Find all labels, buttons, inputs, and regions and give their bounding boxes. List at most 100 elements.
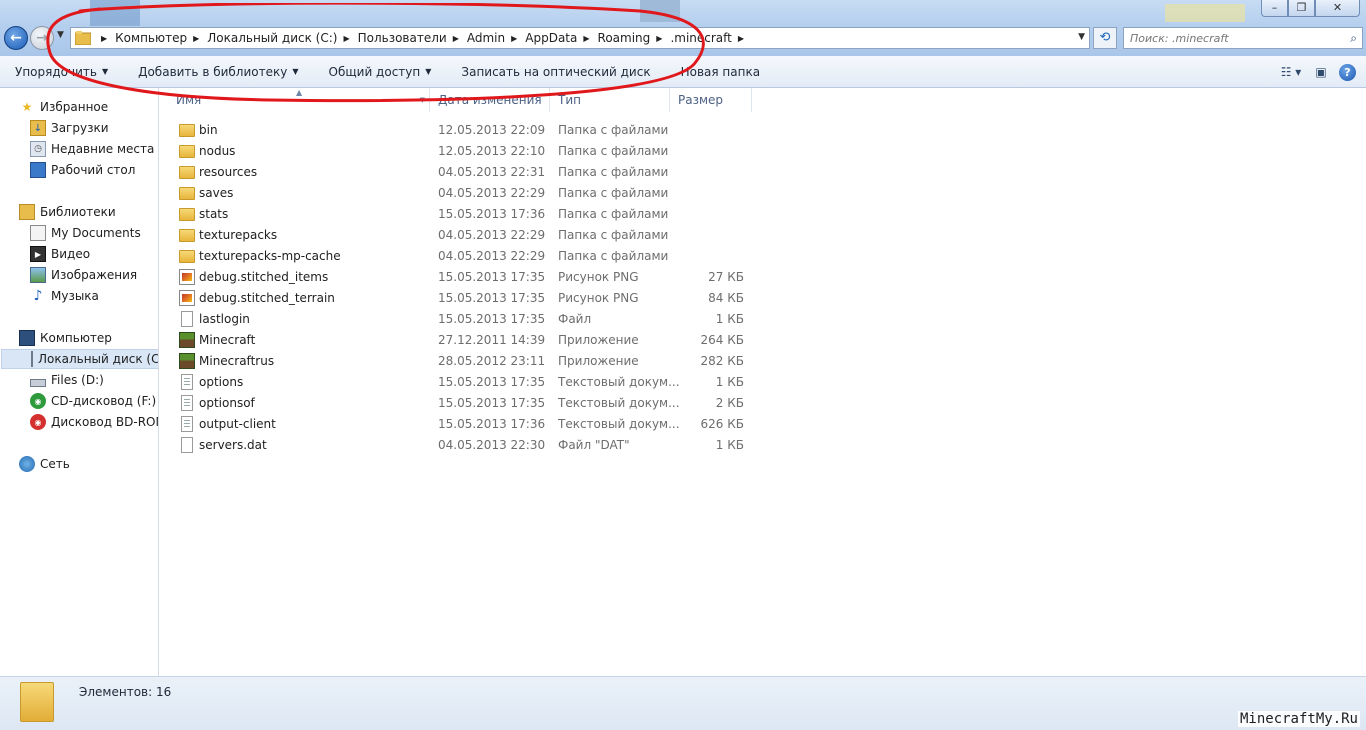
sidebar-item-bd-drive[interactable]: ◉ Дисковод BD-ROM bbox=[30, 412, 159, 432]
sidebar-item-label: Дисковод BD-ROM bbox=[51, 415, 159, 429]
sidebar-item-images[interactable]: Изображения bbox=[30, 265, 137, 285]
item-count: Элементов: 16 bbox=[79, 685, 172, 699]
column-header-size[interactable]: Размер bbox=[670, 88, 752, 112]
sidebar-item-local-disk[interactable]: Локальный диск (C bbox=[1, 349, 158, 369]
sidebar-item-recent[interactable]: ◷ Недавние места bbox=[30, 139, 154, 159]
file-type: Папка с файлами bbox=[558, 122, 669, 137]
organize-label: Упорядочить bbox=[15, 64, 97, 79]
back-button[interactable]: ← bbox=[4, 26, 28, 50]
folder-icon bbox=[179, 229, 195, 242]
file-row[interactable]: output-client 15.05.2013 17:36 Текстовый д… bbox=[160, 413, 760, 434]
file-name-cell: Minecraftrus bbox=[160, 352, 438, 369]
chevron-down-icon[interactable]: ▼ bbox=[1078, 32, 1085, 42]
file-row[interactable]: debug.stitched_items 15.05.2013 17:35 Рису… bbox=[160, 266, 760, 287]
preview-pane-icon[interactable]: ▣ bbox=[1309, 62, 1333, 82]
file-type: Папка с файлами bbox=[558, 143, 669, 158]
chevron-right-icon[interactable]: ▶ bbox=[583, 34, 589, 43]
file-size: 84 КБ bbox=[708, 290, 744, 305]
breadcrumb-segment[interactable]: Локальный диск (C:) bbox=[207, 31, 337, 45]
chevron-right-icon[interactable]: ▶ bbox=[656, 34, 662, 43]
file-date: 15.05.2013 17:36 bbox=[438, 206, 546, 221]
share-button[interactable]: Общий доступ ▼ bbox=[314, 56, 447, 88]
sidebar-item-my-documents[interactable]: My Documents bbox=[30, 223, 141, 243]
file-row[interactable]: texturepacks-mp-cache 04.05.2013 22:29 Пап… bbox=[160, 245, 760, 266]
folder-icon bbox=[179, 124, 195, 137]
file-row[interactable]: saves 04.05.2013 22:29 Папка с файлами bbox=[160, 182, 760, 203]
search-input[interactable] bbox=[1130, 30, 1340, 46]
sidebar-item-files-d[interactable]: Files (D:) bbox=[30, 370, 104, 390]
file-row[interactable]: servers.dat 04.05.2013 22:30 Файл "DAT" 1 К… bbox=[160, 434, 760, 455]
file-row[interactable]: texturepacks 04.05.2013 22:29 Папка с файл… bbox=[160, 224, 760, 245]
organize-button[interactable]: Упорядочить ▼ bbox=[0, 56, 123, 88]
file-row[interactable]: nodus 12.05.2013 22:10 Папка с файлами bbox=[160, 140, 760, 161]
sidebar-item-favorites[interactable]: ★ Избранное bbox=[19, 97, 109, 117]
file-row[interactable]: resources 04.05.2013 22:31 Папка с файлами bbox=[160, 161, 760, 182]
column-header-type[interactable]: Тип bbox=[550, 88, 670, 112]
forward-button[interactable]: → bbox=[30, 26, 54, 50]
sidebar-item-network[interactable]: Сеть bbox=[19, 454, 70, 474]
file-row[interactable]: lastlogin 15.05.2013 17:35 Файл 1 КБ bbox=[160, 308, 760, 329]
chevron-down-icon: ▼ bbox=[292, 67, 299, 76]
file-type: Файл bbox=[558, 311, 592, 326]
breadcrumb-segment[interactable]: Roaming bbox=[598, 31, 651, 45]
view-options-icon[interactable]: ☷ ▾ bbox=[1279, 62, 1303, 82]
file-row[interactable]: optionsof 15.05.2013 17:35 Текстовый докум… bbox=[160, 392, 760, 413]
sidebar-item-music[interactable]: ♪ Музыка bbox=[30, 286, 99, 306]
breadcrumb-segment[interactable]: Пользователи bbox=[358, 31, 447, 45]
chevron-right-icon[interactable]: ▶ bbox=[453, 34, 459, 43]
column-header-name[interactable]: Имя ▲ ▼ bbox=[160, 88, 430, 112]
new-folder-button[interactable]: Новая папка bbox=[666, 56, 775, 88]
refresh-button[interactable]: ⟲ bbox=[1093, 27, 1117, 49]
maximize-button[interactable]: ❐ bbox=[1288, 0, 1315, 17]
chevron-right-icon[interactable]: ▶ bbox=[101, 34, 107, 43]
file-row[interactable]: Minecraftrus 28.05.2012 23:11 Приложение 28… bbox=[160, 350, 760, 371]
file-row[interactable]: debug.stitched_terrain 15.05.2013 17:35 Ри… bbox=[160, 287, 760, 308]
chevron-right-icon[interactable]: ▶ bbox=[738, 34, 744, 43]
breadcrumb-segment[interactable]: AppData bbox=[525, 31, 577, 45]
file-size: 27 КБ bbox=[708, 269, 744, 284]
file-date: 12.05.2013 22:09 bbox=[438, 122, 546, 137]
breadcrumb-segment[interactable]: .minecraft bbox=[670, 31, 731, 45]
file-date: 15.05.2013 17:35 bbox=[438, 395, 546, 410]
share-label: Общий доступ bbox=[328, 64, 421, 79]
sidebar-item-label: Загрузки bbox=[51, 121, 109, 135]
breadcrumb-segment[interactable]: Admin bbox=[467, 31, 505, 45]
sidebar-item-libraries[interactable]: Библиотеки bbox=[19, 202, 116, 222]
close-button[interactable]: ✕ bbox=[1315, 0, 1360, 17]
file-size: 1 КБ bbox=[715, 437, 744, 452]
file-date: 04.05.2013 22:29 bbox=[438, 185, 546, 200]
file-row[interactable]: bin 12.05.2013 22:09 Папка с файлами bbox=[160, 119, 760, 140]
chevron-down-icon[interactable]: ▼ bbox=[420, 96, 425, 104]
file-name-cell: nodus bbox=[160, 143, 438, 158]
chevron-right-icon[interactable]: ▶ bbox=[511, 34, 517, 43]
file-row[interactable]: stats 15.05.2013 17:36 Папка с файлами bbox=[160, 203, 760, 224]
column-header-date[interactable]: Дата изменения bbox=[430, 88, 550, 112]
add-to-library-button[interactable]: Добавить в библиотеку ▼ bbox=[123, 56, 313, 88]
breadcrumb-segment[interactable]: Компьютер bbox=[115, 31, 187, 45]
sidebar-item-cd-drive[interactable]: ◉ CD-дисковод (F:) M bbox=[30, 391, 158, 411]
file-row[interactable]: Minecraft 27.12.2011 14:39 Приложение 264 К… bbox=[160, 329, 760, 350]
sidebar-item-computer[interactable]: Компьютер bbox=[19, 328, 112, 348]
file-size: 264 КБ bbox=[700, 332, 744, 347]
recent-pages-dropdown[interactable]: ▼ bbox=[57, 30, 69, 46]
file-date: 04.05.2013 22:31 bbox=[438, 164, 546, 179]
file-date: 15.05.2013 17:36 bbox=[438, 416, 546, 431]
search-box[interactable]: ⌕ bbox=[1123, 27, 1363, 49]
burn-button[interactable]: Записать на оптический диск bbox=[446, 56, 665, 88]
sidebar-item-desktop[interactable]: Рабочий стол bbox=[30, 160, 135, 180]
text-document-icon bbox=[181, 394, 193, 411]
file-row[interactable]: options 15.05.2013 17:35 Текстовый докум..… bbox=[160, 371, 760, 392]
watermark: MinecraftMy.Ru bbox=[1237, 711, 1360, 727]
file-date: 15.05.2013 17:35 bbox=[438, 374, 546, 389]
sidebar-item-downloads[interactable]: ↓ Загрузки bbox=[30, 118, 109, 138]
cd-drive-icon: ◉ bbox=[30, 393, 46, 409]
search-icon[interactable]: ⌕ bbox=[1350, 31, 1357, 46]
file-date: 27.12.2011 14:39 bbox=[438, 332, 546, 347]
help-icon[interactable]: ? bbox=[1339, 63, 1356, 81]
sidebar-item-video[interactable]: ▶ Видео bbox=[30, 244, 90, 264]
minimize-button[interactable]: – bbox=[1261, 0, 1288, 17]
file-name: output-client bbox=[199, 416, 276, 431]
address-bar[interactable]: ▶ Компьютер ▶ Локальный диск (C:) ▶ Пользоват… bbox=[70, 27, 1090, 49]
chevron-right-icon[interactable]: ▶ bbox=[343, 34, 349, 43]
chevron-right-icon[interactable]: ▶ bbox=[193, 34, 199, 43]
